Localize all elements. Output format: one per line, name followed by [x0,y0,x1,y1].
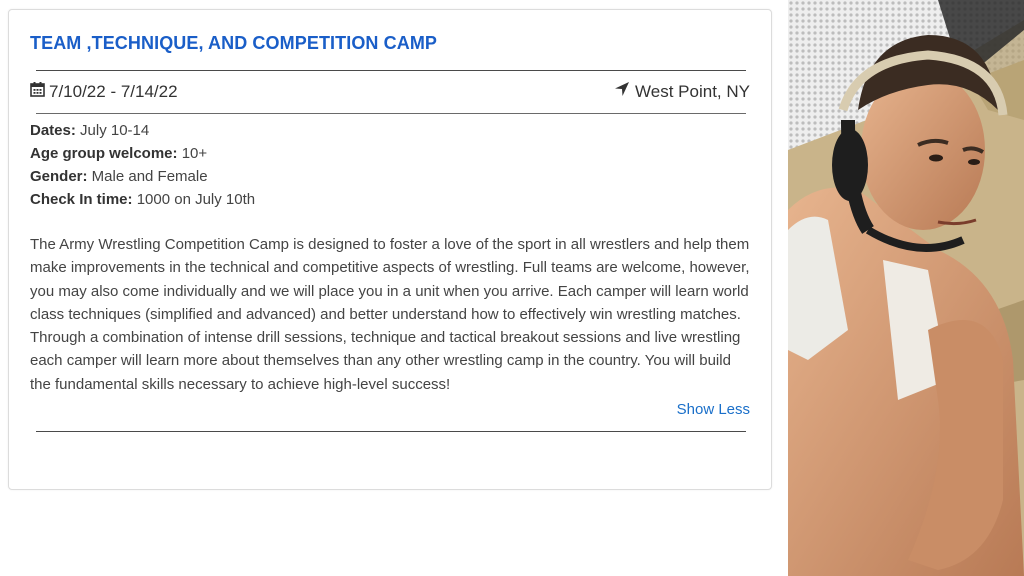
location-text: West Point, NY [635,81,750,101]
detail-dates: Dates: July 10-14 [30,122,150,139]
camp-dates: 7/10/22 - 7/14/22 [30,81,178,102]
calendar-icon [30,81,45,102]
detail-check-in: Check In time: 1000 on July 10th [30,191,256,208]
camp-title: TEAM ,TECHNIQUE, AND COMPETITION CAMP [30,33,438,53]
divider [36,113,746,114]
divider [36,431,746,432]
camp-description: The Army Wrestling Competition Camp is d… [30,236,750,393]
divider [36,70,746,71]
show-less-link[interactable]: Show Less [677,401,750,418]
detail-gender: Gender: Male and Female [30,168,208,185]
camp-location: West Point, NY [614,81,750,102]
wrestler-photo [788,0,1024,576]
location-arrow-icon [614,81,630,102]
camp-card: TEAM ,TECHNIQUE, AND COMPETITION CAMP 7/… [8,9,772,490]
camp-details: Dates: July 10-14 Age group welcome: 10+… [30,119,255,211]
date-range: 7/10/22 - 7/14/22 [49,81,178,101]
detail-age-group: Age group welcome: 10+ [30,145,208,162]
